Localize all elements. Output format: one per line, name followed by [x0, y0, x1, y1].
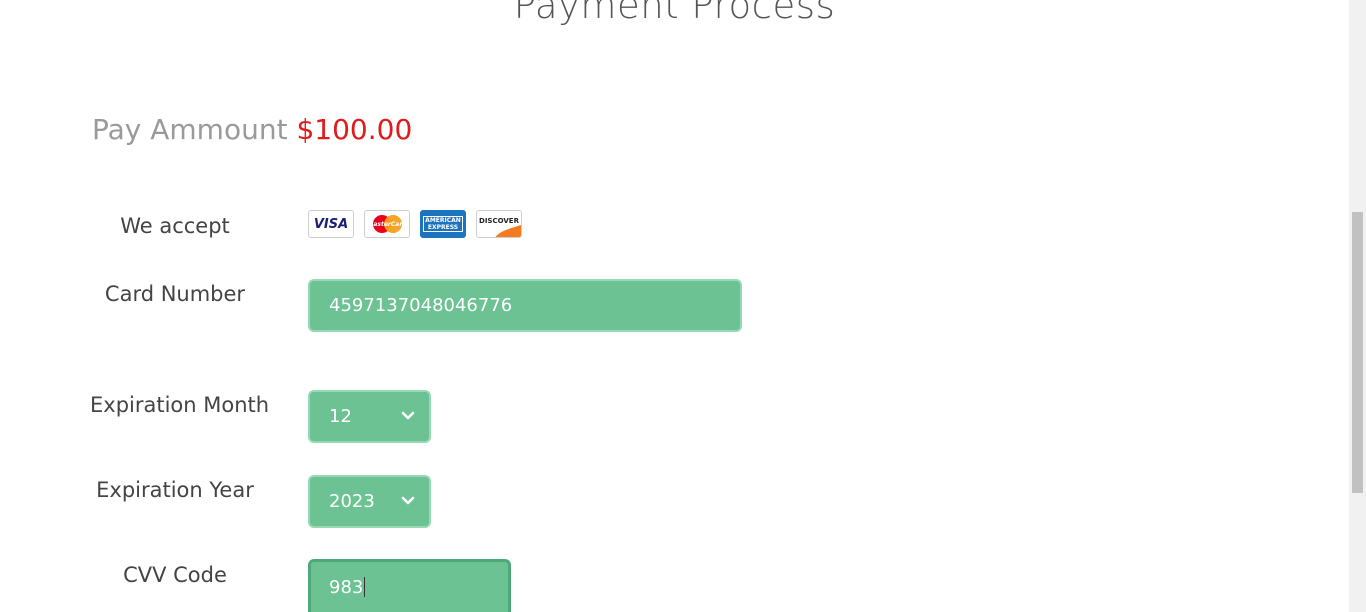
expiration-month-label: Expiration Month — [90, 393, 270, 417]
visa-logo-text: VISA — [313, 216, 349, 232]
we-accept-label: We accept — [120, 214, 230, 238]
discover-logo-icon: DISCOVER — [476, 210, 522, 238]
mastercard-logo-text: MasterCard — [367, 220, 407, 228]
payment-page: Payment Process Pay Ammount $100.00 We a… — [0, 0, 1349, 612]
cvv-code-input[interactable]: 983 — [308, 559, 511, 612]
expiration-year-select[interactable]: 2023 — [308, 475, 431, 528]
chevron-down-icon — [401, 496, 415, 505]
pay-amount: Pay Ammount $100.00 — [92, 113, 412, 146]
scrollbar-thumb[interactable] — [1352, 212, 1363, 493]
accepted-cards: VISA MasterCard AMERICAN EXPRESS DISCOVE… — [308, 210, 522, 238]
amex-logo-text-1: AMERICAN — [425, 217, 461, 224]
cvv-code-value: 983 — [329, 576, 364, 598]
amex-logo-icon: AMERICAN EXPRESS — [420, 210, 466, 238]
vertical-scrollbar[interactable] — [1349, 0, 1366, 612]
amex-logo-text-2: EXPRESS — [427, 224, 459, 231]
pay-amount-label: Pay Ammount — [92, 113, 288, 146]
expiration-month-value: 12 — [329, 406, 352, 427]
cvv-code-label: CVV Code — [123, 563, 227, 587]
pay-amount-value: $100.00 — [296, 113, 413, 146]
expiration-month-select[interactable]: 12 — [308, 390, 431, 443]
discover-logo-text: DISCOVER — [479, 217, 519, 225]
text-caret — [364, 577, 366, 597]
expiration-year-label: Expiration Year — [96, 478, 254, 502]
card-number-value: 4597137048046776 — [329, 295, 513, 316]
mastercard-logo-icon: MasterCard — [364, 210, 410, 238]
card-number-input[interactable]: 4597137048046776 — [308, 279, 742, 332]
visa-logo-icon: VISA — [308, 210, 354, 238]
expiration-year-value: 2023 — [329, 491, 375, 512]
chevron-down-icon — [401, 411, 415, 420]
page-title: Payment Process — [513, 0, 836, 27]
card-number-label: Card Number — [104, 282, 246, 306]
